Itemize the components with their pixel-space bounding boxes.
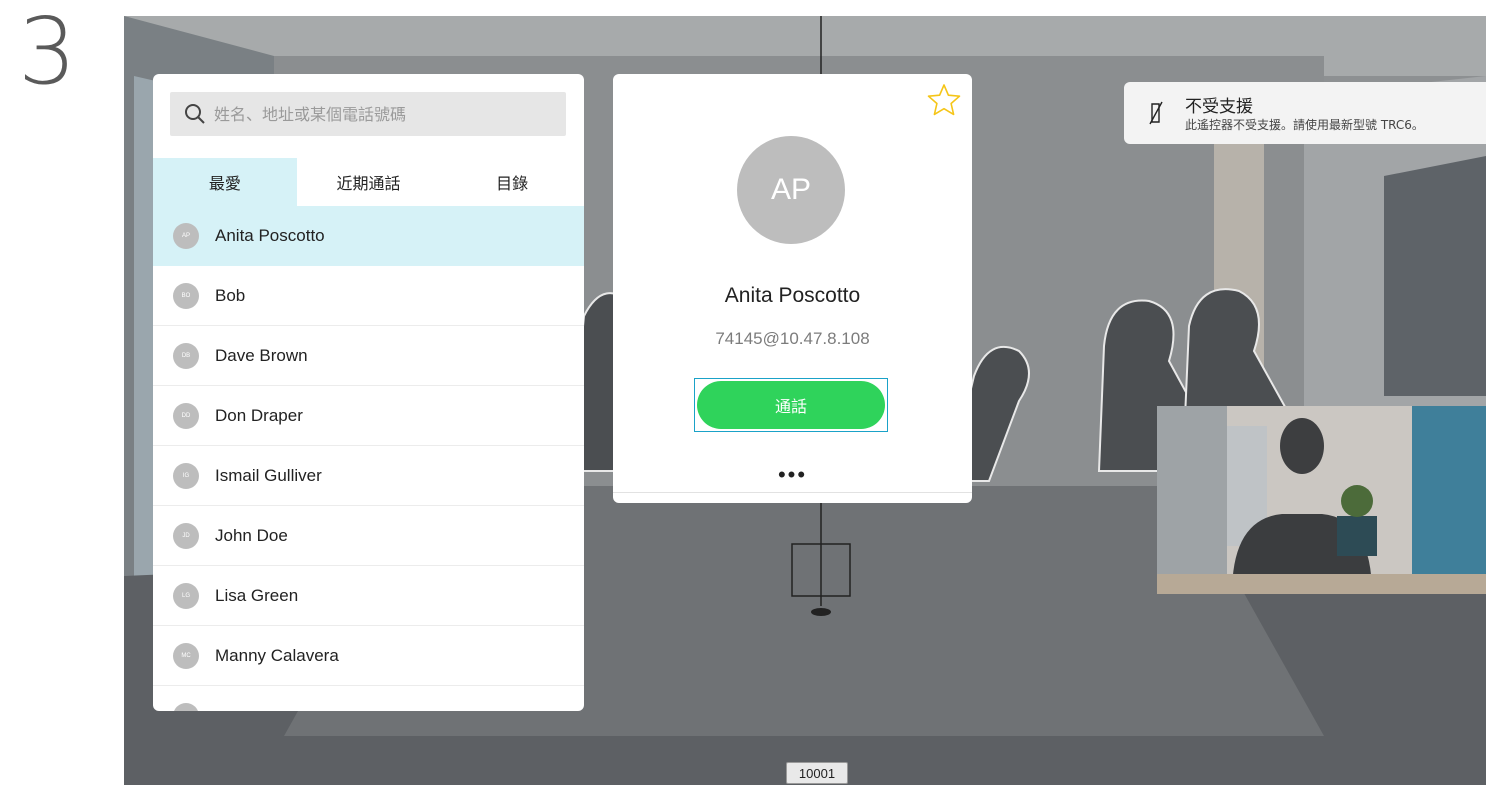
step-number: 3 (18, 0, 77, 105)
avatar: DD (173, 402, 199, 429)
avatar: LG (173, 582, 199, 609)
tab-favorites[interactable]: 最愛 (153, 158, 297, 206)
contact-list: AP Anita Poscotto BO Bob DB Dave Brown D… (153, 206, 584, 711)
meeting-number-badge: 10001 (786, 762, 848, 784)
contact-row[interactable]: DD Don Draper (153, 386, 584, 446)
notification-body: 此遙控器不受支援。請使用最新型號 TRC6。 (1185, 118, 1424, 132)
avatar (173, 703, 199, 711)
remote-unsupported-icon (1149, 101, 1163, 125)
search-input[interactable] (212, 103, 556, 125)
contact-name: Don Draper (215, 405, 303, 425)
notification-title: 不受支援 (1185, 97, 1253, 117)
avatar: MC (173, 642, 199, 669)
contact-name: Anita Poscotto (724, 284, 861, 307)
contact-name: Lisa Green (215, 585, 299, 605)
contact-detail-card: AP Anita Poscotto 74145@10.47.8.108 通話 •… (613, 74, 972, 503)
search-icon (185, 104, 205, 124)
contact-name: Bob (215, 285, 246, 305)
contact-row[interactable]: JD John Doe (153, 506, 584, 566)
contact-row[interactable]: BO Bob (153, 266, 584, 326)
tab-recents[interactable]: 近期通話 (297, 158, 441, 206)
avatar: DB (173, 342, 199, 369)
avatar: JD (173, 522, 199, 549)
avatar: AP (737, 136, 845, 244)
search-field[interactable] (170, 92, 566, 136)
contact-row[interactable]: AP Anita Poscotto (153, 206, 584, 266)
contact-name: Ismail Gulliver (215, 465, 322, 485)
call-button[interactable]: 通話 (694, 378, 888, 432)
contact-name: Manny Calavera (215, 645, 339, 665)
contact-row[interactable]: LG Lisa Green (153, 566, 584, 626)
unsupported-remote-notification: 不受支援 此遙控器不受支援。請使用最新型號 TRC6。 (1124, 82, 1486, 144)
tab-directory[interactable]: 目錄 (440, 158, 584, 206)
call-button-label: 通話 (697, 381, 885, 429)
video-screen: 最愛 近期通話 目錄 AP Anita Poscotto BO Bob DB D… (124, 16, 1486, 785)
avatar: AP (173, 222, 199, 249)
contact-row[interactable]: IG Ismail Gulliver (153, 446, 584, 506)
self-view-image (1157, 406, 1486, 594)
contact-name: Dave Brown (215, 345, 308, 365)
star-outline-icon[interactable] (926, 82, 962, 118)
contact-address: 74145@10.47.8.108 (715, 329, 870, 348)
contact-row[interactable]: DB Dave Brown (153, 326, 584, 386)
divider (613, 492, 972, 493)
contact-row-partial[interactable] (153, 686, 584, 711)
avatar: BO (173, 282, 199, 309)
contact-name: John Doe (215, 525, 288, 545)
contacts-panel: 最愛 近期通話 目錄 AP Anita Poscotto BO Bob DB D… (153, 74, 584, 711)
avatar: IG (173, 462, 199, 489)
self-view-video (1157, 406, 1486, 594)
more-options-button[interactable]: ••• (613, 464, 972, 486)
directory-tabs: 最愛 近期通話 目錄 (153, 158, 584, 207)
contact-row[interactable]: MC Manny Calavera (153, 626, 584, 686)
contact-name: Anita Poscotto (215, 225, 325, 245)
